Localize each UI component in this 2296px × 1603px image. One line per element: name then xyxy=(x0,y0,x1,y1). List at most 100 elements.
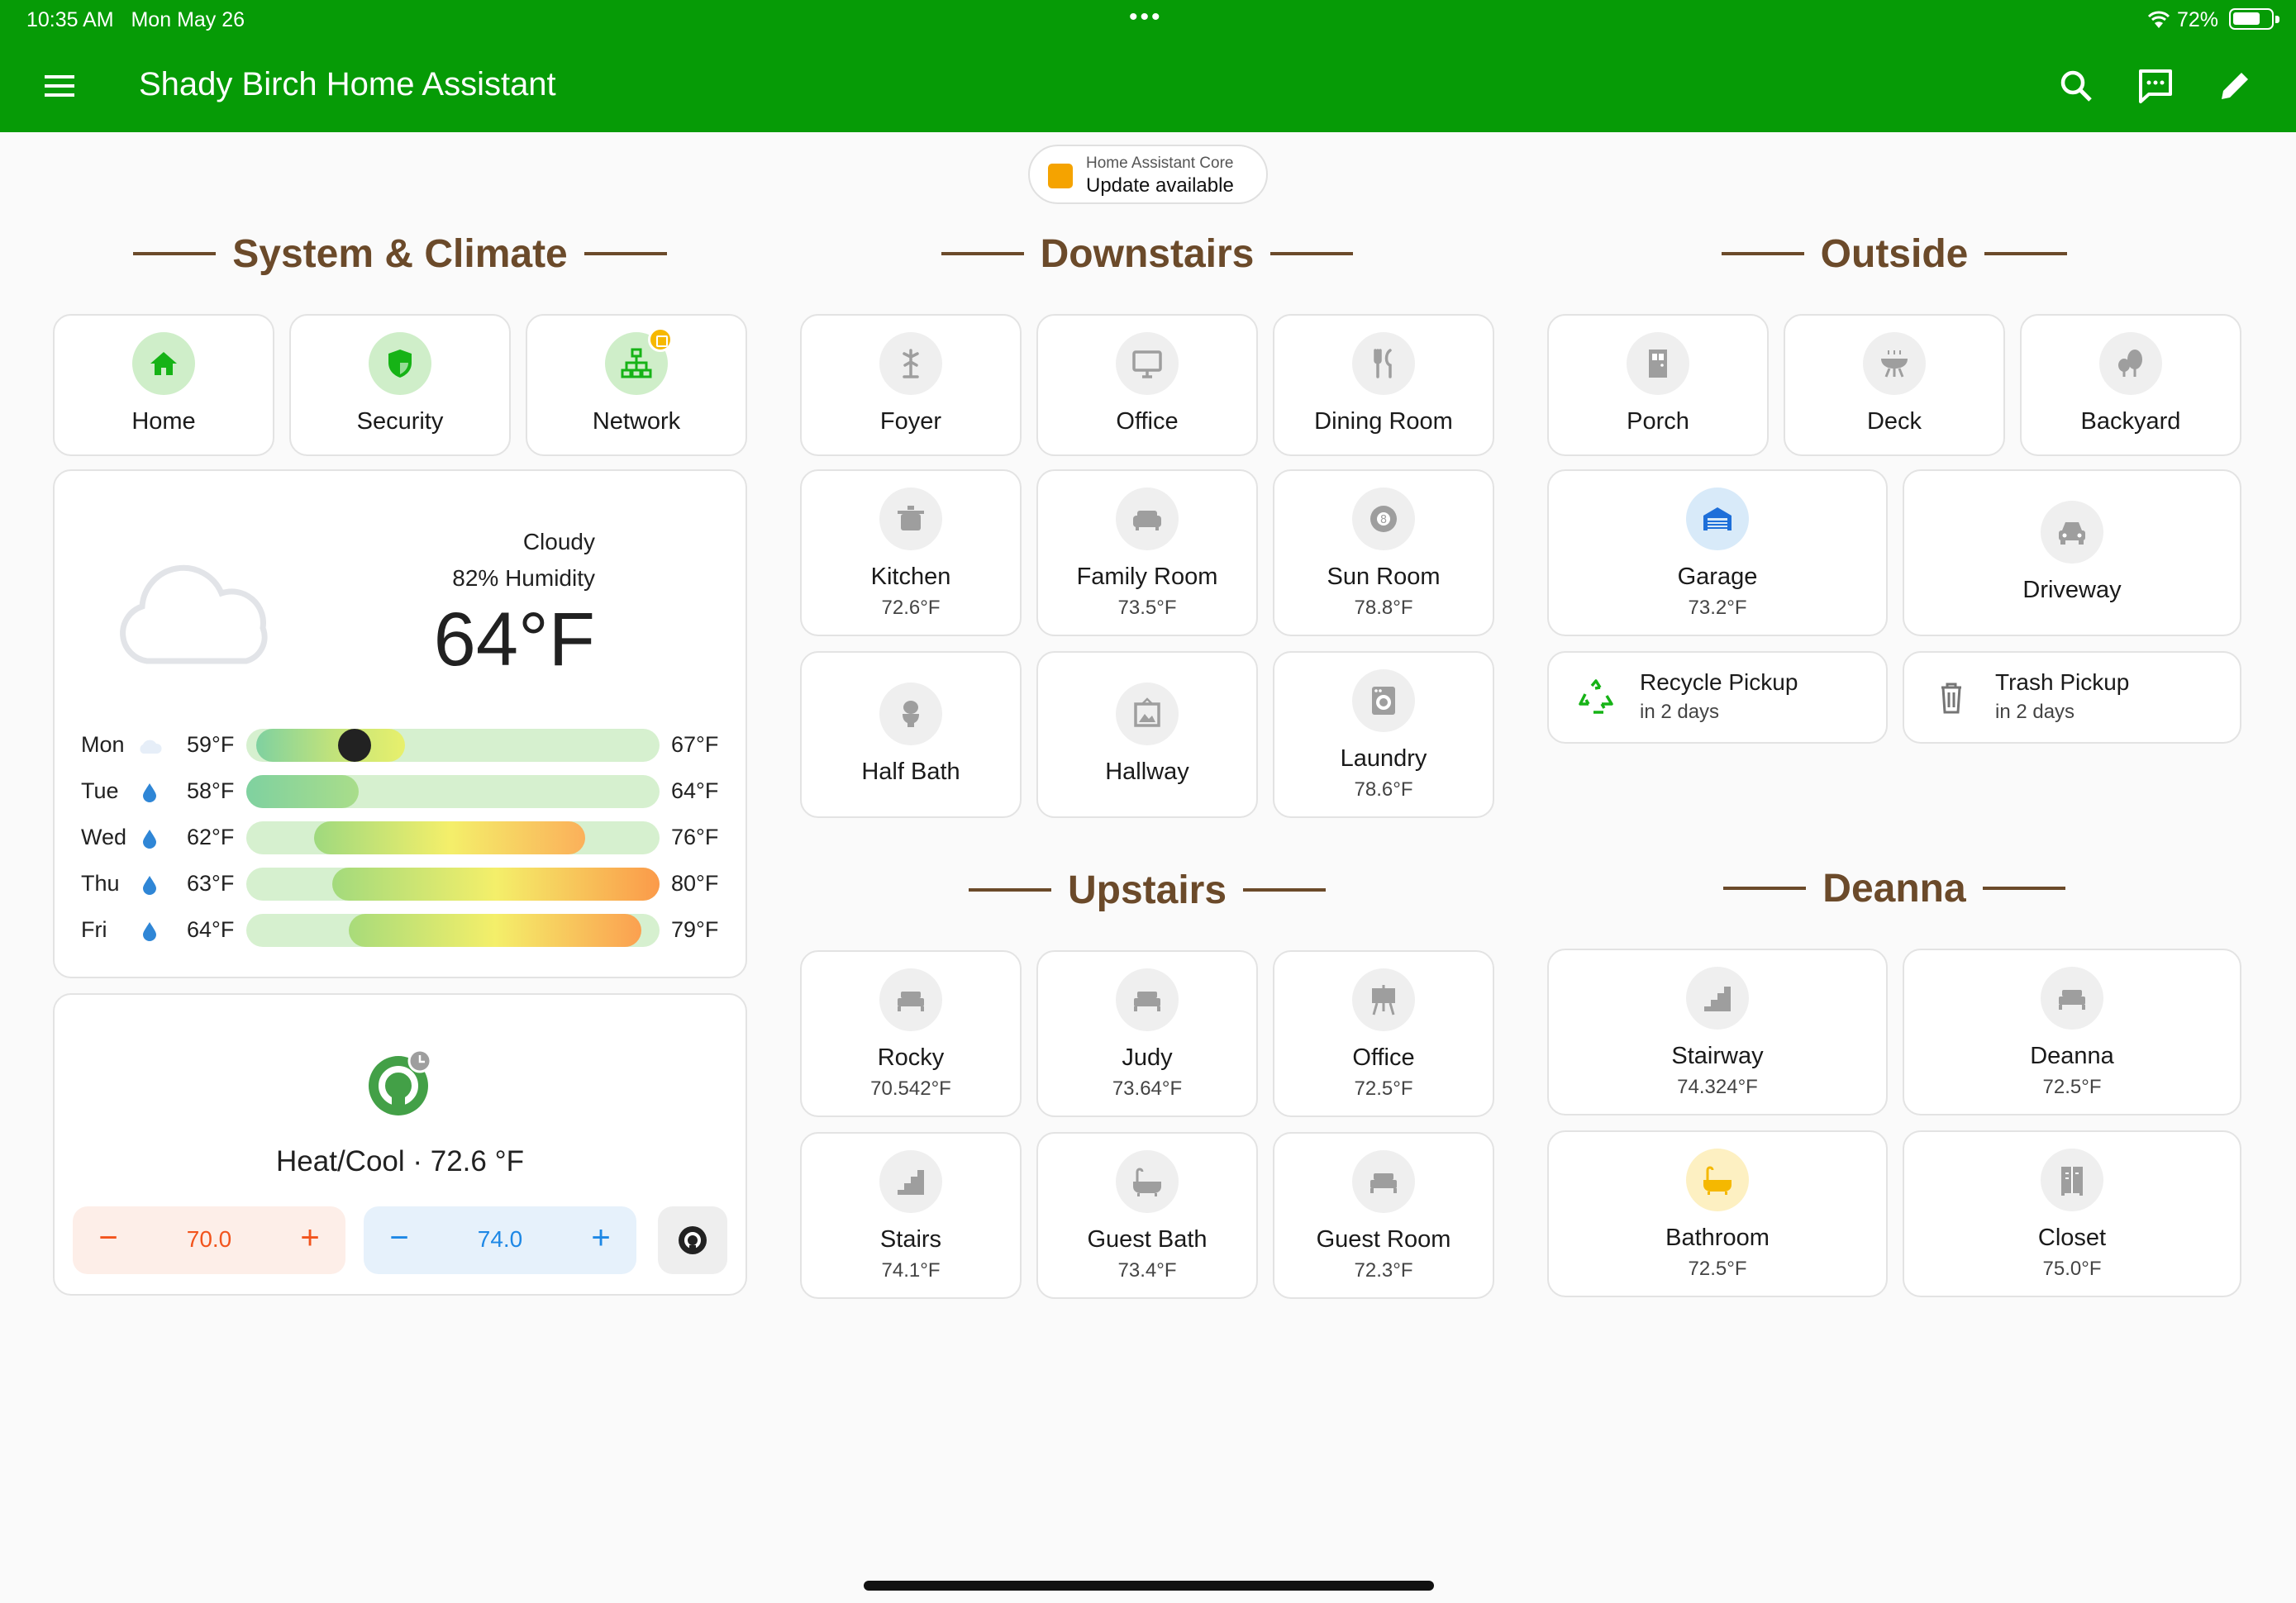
tile-foyer[interactable]: Foyer xyxy=(800,314,1022,456)
heat-increase-button[interactable]: + xyxy=(289,1220,331,1257)
forecast-row: Thu 63°F 80°F xyxy=(55,864,749,902)
raindrop-icon xyxy=(143,876,156,895)
easel-icon xyxy=(1352,968,1415,1031)
tile-backyard[interactable]: Backyard xyxy=(2020,314,2241,456)
tile-temperature: 75.0°F xyxy=(2042,1258,2102,1280)
pickup-when: in 2 days xyxy=(1995,701,2075,723)
tile-label: Judy xyxy=(1122,1044,1173,1071)
search-icon[interactable] xyxy=(2056,66,2096,106)
tile-deck[interactable]: Deck xyxy=(1784,314,2005,456)
section-header-downstairs: Downstairs xyxy=(800,225,1494,283)
tile-driveway[interactable]: Driveway xyxy=(1903,469,2241,636)
tile-half-bath[interactable]: Half Bath xyxy=(800,651,1022,818)
tile-label: Stairway xyxy=(1671,1043,1764,1069)
tile-sun-room[interactable]: 8 Sun Room 78.8°F xyxy=(1273,469,1494,636)
tile-hallway[interactable]: Hallway xyxy=(1036,651,1258,818)
tile-judy[interactable]: Judy 73.64°F xyxy=(1036,950,1258,1117)
assist-chat-icon[interactable] xyxy=(2136,66,2175,106)
cool-decrease-button[interactable]: − xyxy=(379,1220,420,1257)
tile-deanna-bedroom[interactable]: Deanna 72.5°F xyxy=(1903,949,2241,1115)
tile-label: Deanna xyxy=(2030,1043,2114,1069)
tile-label: Closet xyxy=(2037,1225,2107,1251)
tile-label: Family Room xyxy=(1076,564,1218,590)
tile-stairway[interactable]: Stairway 74.324°F xyxy=(1547,949,1888,1115)
tile-bathroom[interactable]: Bathroom 72.5°F xyxy=(1547,1130,1888,1297)
edit-pencil-icon[interactable] xyxy=(2215,66,2255,106)
tile-temperature: 72.3°F xyxy=(1354,1259,1413,1282)
section-header-outside: Outside xyxy=(1547,225,2241,283)
tile-trash-pickup[interactable]: Trash Pickup in 2 days xyxy=(1903,651,2241,744)
billiards-icon: 8 xyxy=(1352,488,1415,550)
monitor-icon xyxy=(1116,332,1179,395)
heat-setpoint-control: − 70.0 + xyxy=(73,1206,345,1274)
bed-icon xyxy=(2041,967,2103,1030)
tile-label: Backyard xyxy=(2080,408,2181,435)
tile-office-downstairs[interactable]: Office xyxy=(1036,314,1258,456)
wardrobe-icon xyxy=(2041,1149,2103,1211)
tile-recycle-pickup[interactable]: Recycle Pickup in 2 days xyxy=(1547,651,1888,744)
forecast-range-bar xyxy=(246,729,660,762)
tile-laundry[interactable]: Laundry 78.6°F xyxy=(1273,651,1494,818)
forecast-low: 59°F xyxy=(187,732,235,757)
pickup-label: Trash Pickup xyxy=(1995,669,2130,695)
tile-security[interactable]: Security xyxy=(289,314,511,456)
tile-stairs[interactable]: Stairs 74.1°F xyxy=(800,1132,1022,1299)
menu-icon[interactable] xyxy=(41,68,78,104)
section-header-deanna: Deanna xyxy=(1547,859,2241,917)
multitask-dots[interactable]: ••• xyxy=(1129,3,1163,31)
forecast-day: Tue xyxy=(81,778,119,803)
forecast-day: Fri xyxy=(81,917,107,942)
heat-setpoint-value: 70.0 xyxy=(186,1226,232,1252)
heat-decrease-button[interactable]: − xyxy=(88,1220,129,1257)
grill-icon xyxy=(1863,332,1926,395)
update-label: Update available xyxy=(1086,174,1234,197)
picture-frame-icon xyxy=(1116,683,1179,745)
section-header-system: System & Climate xyxy=(53,225,747,283)
home-indicator[interactable] xyxy=(864,1581,1434,1591)
weather-card[interactable]: Cloudy 82% Humidity 64°F Mon 59°F 67°F T… xyxy=(53,469,747,978)
forecast-low: 62°F xyxy=(187,825,235,849)
section-header-upstairs: Upstairs xyxy=(800,861,1494,919)
forecast-row: Tue 58°F 64°F xyxy=(55,772,749,810)
tile-kitchen[interactable]: Kitchen 72.6°F xyxy=(800,469,1022,636)
forecast-low: 58°F xyxy=(187,778,235,803)
weather-humidity: 82% Humidity xyxy=(452,565,595,591)
forecast-range-bar xyxy=(246,914,660,947)
tile-temperature: 78.6°F xyxy=(1354,778,1413,801)
thermostat-card[interactable]: Heat/Cool · 72.6 °F − 70.0 + − 74.0 + xyxy=(53,993,747,1296)
forecast-high: 64°F xyxy=(671,778,719,803)
app-bar: 10:35 AM Mon May 26 ••• 72% Shady Birch … xyxy=(0,0,2296,132)
tile-closet[interactable]: Closet 75.0°F xyxy=(1903,1130,2241,1297)
status-time: 10:35 AM Mon May 26 xyxy=(26,8,245,31)
tile-family-room[interactable]: Family Room 73.5°F xyxy=(1036,469,1258,636)
forecast-row: Mon 59°F 67°F xyxy=(55,725,749,763)
battery-percent: 72% xyxy=(2177,8,2219,31)
cool-increase-button[interactable]: + xyxy=(580,1220,622,1257)
tile-label: Half Bath xyxy=(861,759,960,785)
tile-dining-room[interactable]: Dining Room xyxy=(1273,314,1494,456)
tile-guest-bath[interactable]: Guest Bath 73.4°F xyxy=(1036,1132,1258,1299)
pickup-when: in 2 days xyxy=(1640,701,1720,723)
tile-label: Guest Bath xyxy=(1087,1226,1208,1253)
hvac-mode-button[interactable] xyxy=(658,1206,727,1274)
tile-label: Porch xyxy=(1627,408,1689,435)
tile-office-upstairs[interactable]: Office 72.5°F xyxy=(1273,950,1494,1117)
raindrop-icon xyxy=(143,783,156,802)
weather-condition: Cloudy xyxy=(522,529,595,554)
tile-rocky[interactable]: Rocky 70.542°F xyxy=(800,950,1022,1117)
home-icon xyxy=(132,332,195,395)
update-available-chip[interactable]: Home Assistant Core Update available xyxy=(1028,145,1268,204)
tile-network[interactable]: Network xyxy=(526,314,747,456)
tile-guest-room[interactable]: Guest Room 72.3°F xyxy=(1273,1132,1494,1299)
forecast-high: 67°F xyxy=(671,732,719,757)
pot-icon xyxy=(879,488,942,550)
tile-label: Stairs xyxy=(879,1226,942,1253)
tile-label: Office xyxy=(1352,1044,1415,1071)
tile-temperature: 73.2°F xyxy=(1688,597,1747,619)
tile-garage[interactable]: Garage 73.2°F xyxy=(1547,469,1888,636)
tile-porch[interactable]: Porch xyxy=(1547,314,1769,456)
raindrop-icon xyxy=(143,922,156,941)
tile-label: Laundry xyxy=(1340,745,1427,772)
tile-home[interactable]: Home xyxy=(53,314,274,456)
wifi-icon xyxy=(2147,11,2170,28)
